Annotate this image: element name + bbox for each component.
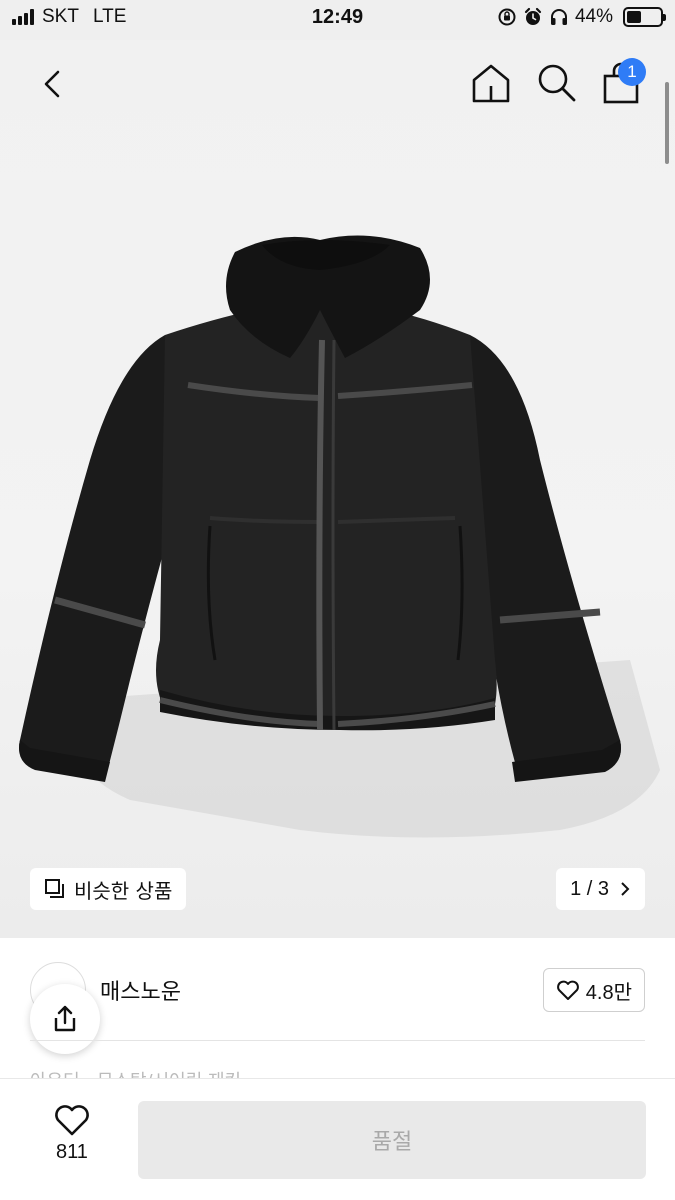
- similar-products-button[interactable]: 비슷한 상품: [30, 868, 187, 910]
- home-icon[interactable]: [468, 60, 514, 106]
- brand-like-count: 4.8만: [585, 981, 632, 1004]
- chevron-right-icon: [621, 882, 630, 896]
- search-icon[interactable]: [534, 60, 578, 104]
- similar-products-icon: [45, 879, 64, 898]
- rotation-lock-icon: [498, 8, 516, 26]
- similar-products-label: 비슷한 상품: [74, 878, 173, 903]
- product-info: 매스노운 4.8만 아우터 · 무스탕/시어링 재킷: [0, 938, 675, 1080]
- heart-icon: [55, 1105, 89, 1136]
- product-photo: [19, 235, 660, 838]
- pager-text: 1 / 3: [570, 877, 609, 900]
- battery-percent: 44%: [574, 6, 613, 27]
- wishlist-button[interactable]: 811: [40, 1103, 104, 1164]
- battery-level: [627, 11, 641, 23]
- cart-count-badge: 1: [618, 58, 646, 86]
- brand-like-button[interactable]: 4.8만: [542, 968, 645, 1012]
- product-image-gallery[interactable]: 1 비슷한 상품 1 / 3: [0, 40, 675, 938]
- battery-icon: [623, 7, 666, 27]
- share-button[interactable]: [30, 984, 100, 1054]
- image-pager[interactable]: 1 / 3: [556, 868, 645, 910]
- share-icon: [54, 1005, 76, 1032]
- status-icons: 44%: [497, 6, 666, 28]
- alarm-icon: [524, 7, 542, 25]
- headphones-icon: [550, 9, 567, 25]
- sold-out-label: 품절: [371, 1130, 413, 1155]
- heart-icon: [556, 980, 579, 1000]
- brand-name[interactable]: 매스노운: [100, 974, 181, 1006]
- status-bar: SKT LTE 12:49 44%: [0, 0, 675, 40]
- scroll-indicator[interactable]: [665, 82, 669, 164]
- back-chevron-icon[interactable]: [30, 62, 74, 106]
- divider: [30, 1040, 645, 1041]
- sold-out-button[interactable]: 품절: [138, 1101, 646, 1179]
- bottom-action-bar: 811 품절: [0, 1078, 675, 1200]
- wishlist-count: 811: [56, 1141, 88, 1163]
